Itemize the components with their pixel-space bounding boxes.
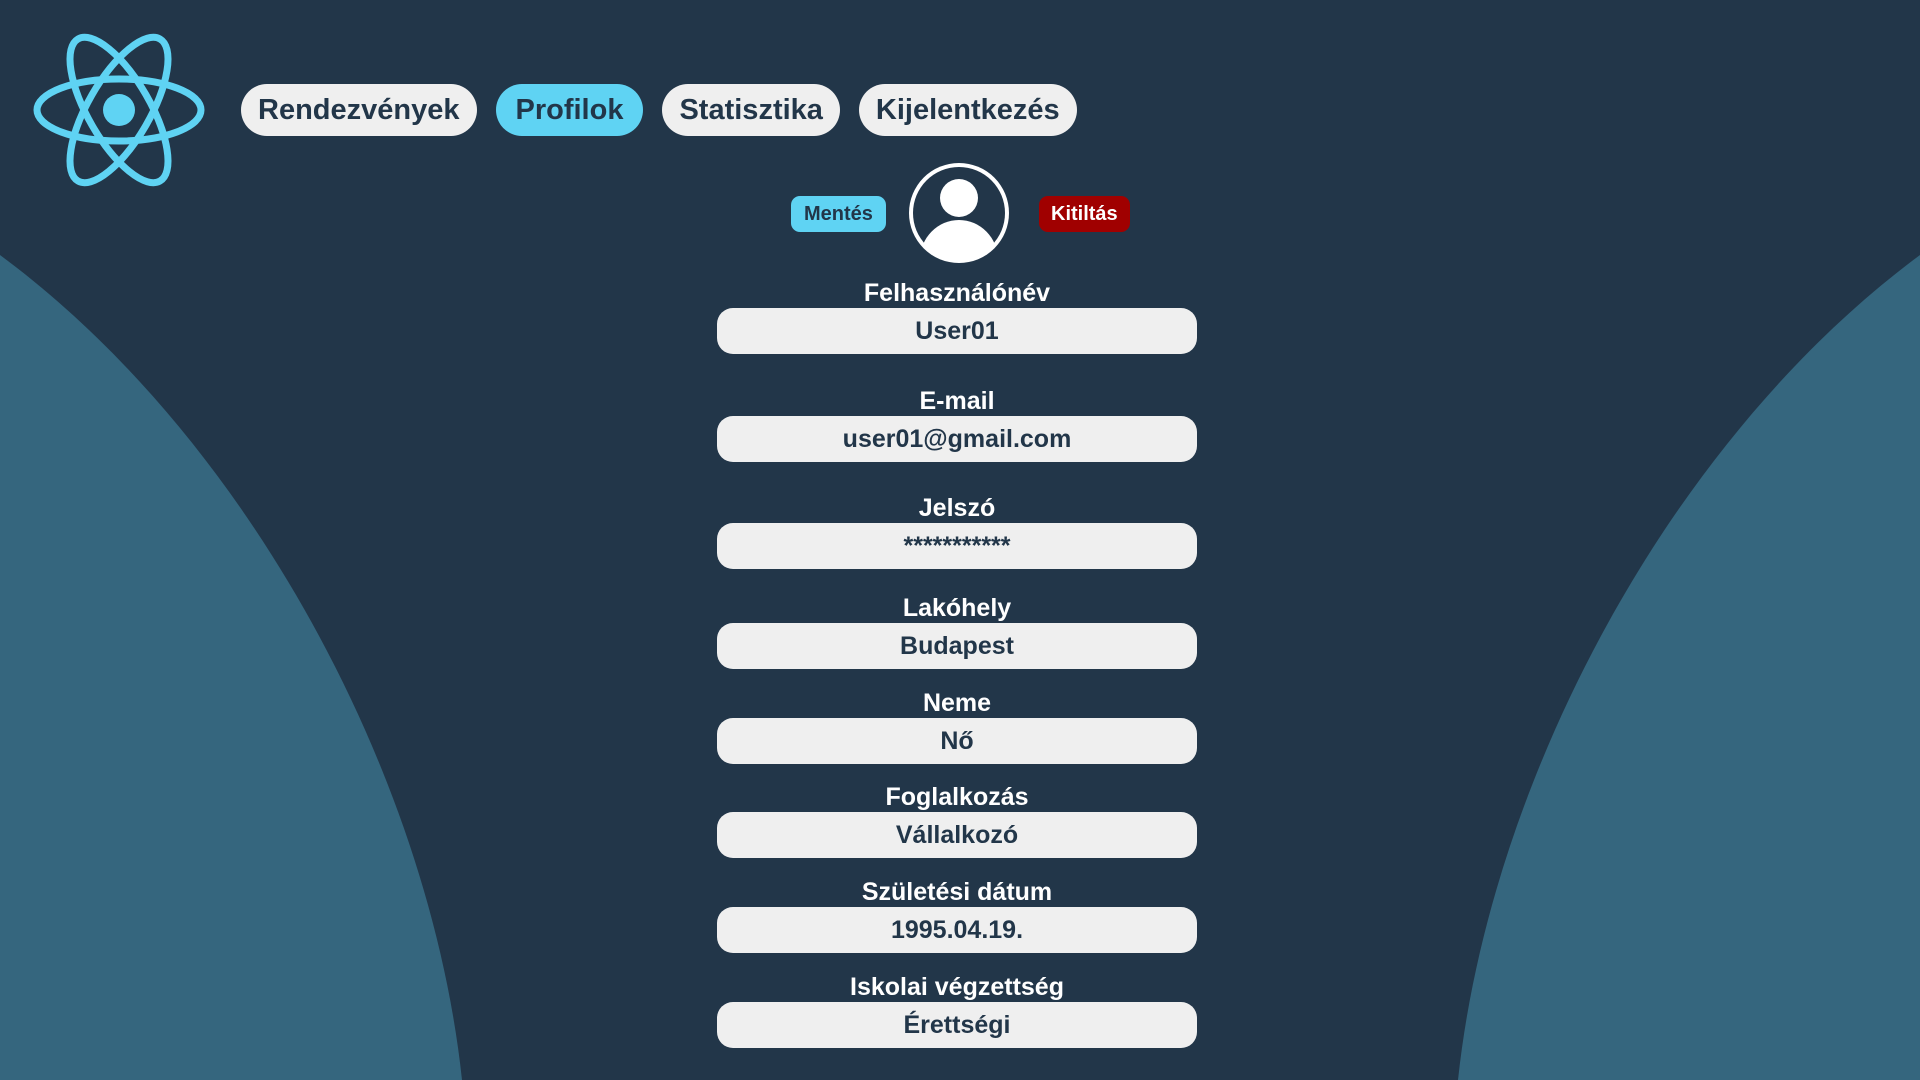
education-field[interactable]: Érettségi xyxy=(717,1002,1197,1048)
nav-item-logout[interactable]: Kijelentkezés xyxy=(858,84,1077,136)
field-residence: Lakóhely Budapest xyxy=(717,593,1197,669)
field-password: Jelszó *********** xyxy=(717,493,1197,569)
right-arc-shape xyxy=(1458,255,1920,1080)
field-gender: Neme Nő xyxy=(717,688,1197,764)
save-button[interactable]: Mentés xyxy=(791,196,886,232)
ban-button[interactable]: Kitiltás xyxy=(1039,196,1130,232)
field-label: E-mail xyxy=(919,387,995,415)
field-email: E-mail user01@gmail.com xyxy=(717,386,1197,462)
field-username: Felhasználónév User01 xyxy=(717,278,1197,354)
field-label: Jelszó xyxy=(918,494,996,522)
username-field[interactable]: User01 xyxy=(717,308,1197,354)
main-nav: Rendezvények Profilok Statisztika Kijele… xyxy=(241,84,1077,136)
profile-action-row: Mentés Kitiltás xyxy=(0,160,1920,266)
birthdate-field[interactable]: 1995.04.19. xyxy=(717,907,1197,953)
left-arc-shape xyxy=(0,255,462,1080)
occupation-field[interactable]: Vállalkozó xyxy=(717,812,1197,858)
field-education: Iskolai végzettség Érettségi xyxy=(717,972,1197,1048)
nav-item-profiles[interactable]: Profilok xyxy=(495,84,644,136)
field-label: Születési dátum xyxy=(861,878,1053,906)
email-field[interactable]: user01@gmail.com xyxy=(717,416,1197,462)
residence-field[interactable]: Budapest xyxy=(717,623,1197,669)
gender-field[interactable]: Nő xyxy=(717,718,1197,764)
field-label: Felhasználónév xyxy=(863,279,1051,307)
page: Rendezvények Profilok Statisztika Kijele… xyxy=(0,0,1920,1080)
password-field[interactable]: *********** xyxy=(717,523,1197,569)
field-label: Neme xyxy=(922,689,992,717)
field-label: Iskolai végzettség xyxy=(850,973,1064,1001)
field-birthdate: Születési dátum 1995.04.19. xyxy=(717,877,1197,953)
field-label: Foglalkozás xyxy=(885,783,1029,811)
field-label: Lakóhely xyxy=(902,594,1012,622)
field-occupation: Foglalkozás Vállalkozó xyxy=(717,782,1197,858)
nav-item-statistics[interactable]: Statisztika xyxy=(662,84,840,136)
nav-item-events[interactable]: Rendezvények xyxy=(241,84,477,136)
user-avatar-icon xyxy=(906,160,1012,266)
